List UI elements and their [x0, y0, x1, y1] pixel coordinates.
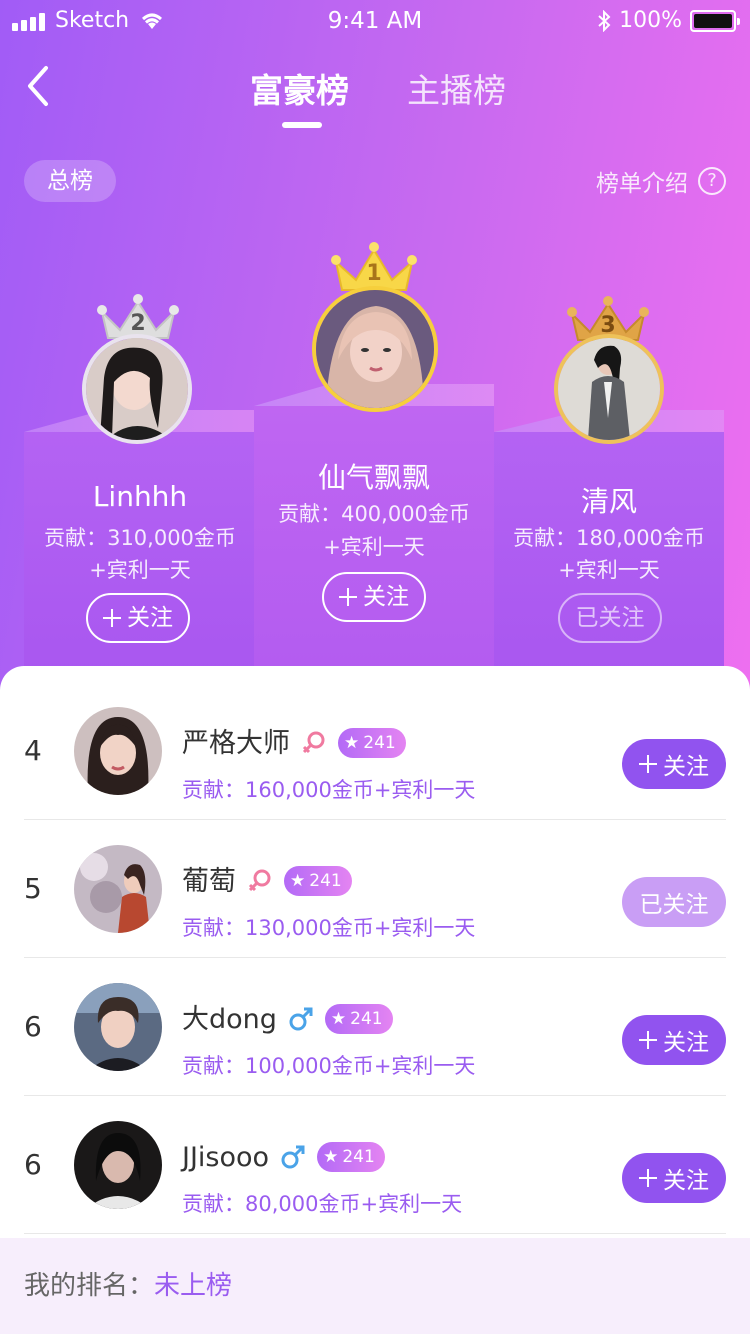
user-name: JJisooo	[182, 1141, 270, 1173]
level-badge: ★ 241	[317, 1142, 385, 1172]
female-icon	[302, 731, 325, 754]
my-rank-label: 我的排名：	[24, 1271, 155, 1301]
level-badge: ★ 241	[338, 728, 406, 758]
divider	[24, 1233, 726, 1234]
contribution-text: 贡献：80,000金币+宾利一天	[182, 1192, 463, 1216]
user-name-row: JJisooo ★ 241	[182, 1142, 385, 1172]
podium-name-3: 清风	[580, 485, 637, 518]
level-value: 241	[309, 871, 342, 891]
avatar[interactable]	[74, 1121, 162, 1209]
podium-reward-3: +宾利一天	[558, 558, 660, 582]
user-name-row: 大dong ★ 241	[182, 1004, 393, 1034]
plus-icon	[639, 1169, 657, 1187]
plus-icon	[103, 609, 121, 627]
ranking-list: 4 严格大师 ★ 241 贡献：160,000金币+宾利一天 关注 5 葡萄 ★ 2…	[0, 666, 750, 1334]
bluetooth-icon	[598, 9, 611, 32]
ranking-rules-link[interactable]: 榜单介绍 ?	[596, 164, 726, 198]
tab-indicator	[282, 122, 322, 128]
female-icon	[248, 869, 271, 892]
follow-button[interactable]: 关注	[622, 739, 726, 789]
avatar[interactable]	[74, 983, 162, 1071]
battery-percent: 100%	[619, 8, 682, 33]
follow-button[interactable]: 关注	[622, 1015, 726, 1065]
level-value: 241	[342, 1147, 375, 1167]
avatar[interactable]	[554, 334, 664, 444]
rank-number: 6	[24, 1010, 42, 1043]
podium-reward-2: +宾利一天	[89, 558, 191, 582]
contribution-text: 贡献：100,000金币+宾利一天	[182, 1054, 476, 1078]
total-ranking-filter[interactable]: 总榜	[24, 160, 116, 202]
user-name: 严格大师	[182, 727, 290, 759]
ranking-screen: Sketch 9:41 AM 100% 富豪榜 主播榜 总榜 榜单介绍 ? 2 …	[0, 0, 750, 1334]
user-name: 大dong	[182, 1003, 277, 1035]
user-name-row: 严格大师 ★ 241	[182, 728, 406, 758]
contribution-text: 贡献：130,000金币+宾利一天	[182, 916, 476, 940]
tab-rich-list[interactable]: 富豪榜	[250, 64, 349, 112]
followed-button[interactable]: 已关注	[622, 877, 726, 927]
podium-reward-1: +宾利一天	[323, 535, 425, 559]
user-name: 葡萄	[182, 865, 236, 897]
avatar[interactable]	[312, 286, 438, 412]
plus-icon	[639, 1031, 657, 1049]
follow-label: 关注	[663, 1030, 709, 1056]
level-badge: ★ 241	[284, 866, 352, 896]
list-item[interactable]: 6 大dong ★ 241 贡献：100,000金币+宾利一天 关注	[24, 958, 726, 1096]
podium-rank-1: 1	[366, 261, 381, 286]
level-badge: ★ 241	[324, 1004, 393, 1034]
male-icon	[281, 1145, 305, 1169]
status-bar: Sketch 9:41 AM 100%	[0, 0, 750, 44]
plus-icon	[639, 755, 657, 773]
my-rank-value: 未上榜	[154, 1271, 233, 1301]
avatar[interactable]	[74, 707, 162, 795]
ranking-tabs: 富豪榜 主播榜	[0, 64, 750, 134]
avatar[interactable]	[82, 334, 192, 444]
follow-button[interactable]: 关注	[322, 572, 426, 622]
level-value: 241	[350, 1009, 383, 1029]
follow-button[interactable]: 关注	[622, 1153, 726, 1203]
rank-number: 4	[24, 734, 42, 767]
rank-number: 5	[24, 872, 42, 905]
contribution-text: 贡献：160,000金币+宾利一天	[182, 778, 476, 802]
follow-label: 关注	[127, 605, 173, 631]
user-name-row: 葡萄 ★ 241	[182, 866, 352, 896]
podium-name-1: 仙气飘飘	[317, 461, 430, 494]
avatar[interactable]	[74, 845, 162, 933]
followed-label: 已关注	[639, 892, 709, 918]
podium-contribution-3: 贡献：180,000金币	[513, 526, 705, 550]
rules-label: 榜单介绍	[596, 171, 688, 197]
follow-label: 关注	[363, 584, 409, 610]
help-icon: ?	[698, 167, 726, 195]
star-icon: ★	[323, 1147, 339, 1167]
level-value: 241	[363, 733, 396, 753]
followed-button[interactable]: 已关注	[558, 593, 662, 643]
list-item[interactable]: 6 JJisooo ★ 241 贡献：80,000金币+宾利一天 关注	[24, 1096, 726, 1234]
my-rank-bar: 我的排名：未上榜	[0, 1238, 750, 1334]
male-icon	[289, 1007, 313, 1031]
rank-number: 6	[24, 1148, 42, 1181]
star-icon: ★	[344, 733, 360, 753]
battery-icon	[690, 9, 740, 32]
plus-icon	[339, 588, 357, 606]
follow-label: 关注	[663, 754, 709, 780]
status-right: 100%	[597, 8, 740, 33]
star-icon: ★	[330, 1009, 347, 1029]
follow-label: 关注	[663, 1168, 709, 1194]
podium-rank-2: 2	[130, 311, 145, 336]
tab-host-list[interactable]: 主播榜	[407, 64, 506, 112]
podium-name-2: Linhhh	[92, 480, 188, 513]
podium-contribution-2: 贡献：310,000金币	[44, 526, 236, 550]
list-item[interactable]: 5 葡萄 ★ 241 贡献：130,000金币+宾利一天 已关注	[24, 820, 726, 958]
list-item[interactable]: 4 严格大师 ★ 241 贡献：160,000金币+宾利一天 关注	[24, 682, 726, 820]
follow-button[interactable]: 关注	[86, 593, 190, 643]
podium-contribution-1: 贡献：400,000金币	[278, 502, 470, 526]
star-icon: ★	[290, 871, 306, 891]
followed-label: 已关注	[575, 605, 645, 631]
